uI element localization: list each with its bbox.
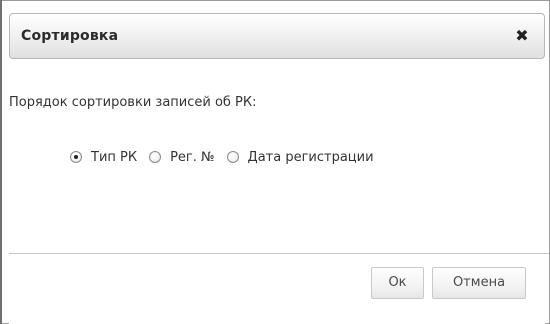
radio-icon[interactable] [149, 151, 162, 163]
sort-option-type[interactable]: Тип РК [70, 150, 137, 165]
close-icon[interactable]: ✖ [510, 23, 534, 49]
sort-option-registration-date[interactable]: Дата регистрации [226, 149, 374, 165]
sort-option-reg-number[interactable]: Рег. № [149, 149, 215, 165]
footer-divider [9, 253, 549, 254]
sort-option-reg-number-label: Рег. № [170, 149, 215, 165]
dialog-title: Сортировка [21, 28, 119, 44]
ok-button[interactable]: Ок [371, 267, 424, 299]
sort-order-options: Тип РК Рег. № Дата регистрации [70, 147, 386, 167]
radio-icon[interactable] [226, 151, 239, 163]
sort-option-registration-date-label: Дата регистрации [247, 149, 374, 165]
sort-order-label: Порядок сортировки записей об РК: [9, 95, 257, 110]
radio-icon-checked[interactable] [70, 151, 82, 163]
sort-option-type-label: Тип РК [91, 149, 138, 165]
window-edge [0, 0, 2, 324]
dialog-titlebar: Сортировка ✖ [9, 13, 545, 59]
cancel-button[interactable]: Отмена [432, 267, 526, 299]
sort-dialog: Сортировка ✖ Порядок сортировки записей … [9, 13, 549, 324]
